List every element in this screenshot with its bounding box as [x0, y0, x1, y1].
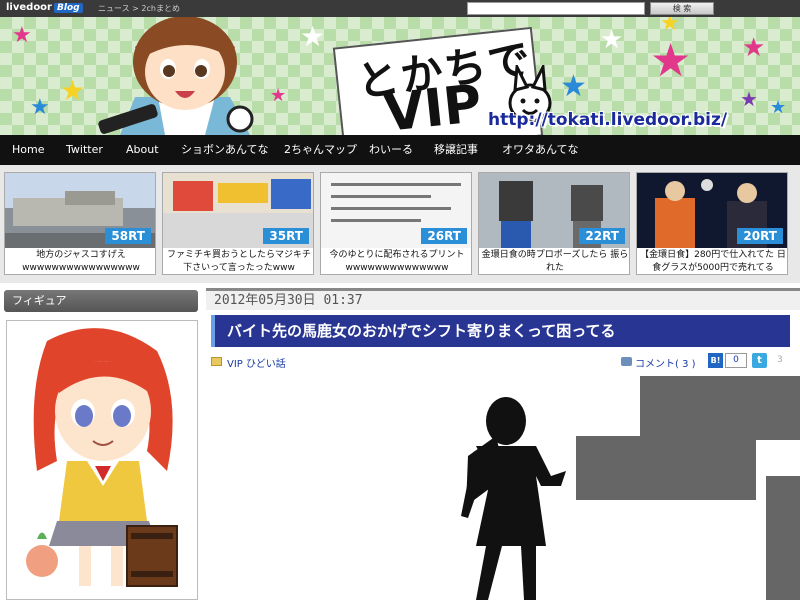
hatena-bookmark-icon[interactable]: B! [708, 353, 723, 368]
article-title[interactable]: バイト先の馬鹿女のおかげでシフト寄りまくって困ってる [211, 315, 790, 347]
silhouette-illustration [461, 376, 800, 600]
twitter-count[interactable]: 3 [777, 355, 783, 365]
card-caption: 【金環日食】280円で仕入れてた 日食グラスが5000円で売れてる [637, 249, 787, 274]
site-banner[interactable]: ★ ★ ★ ★ ★ ★ ★ ★ ★ ★ ★ ★ ★ とかちで VIP http:… [0, 17, 800, 135]
anime-figure-image [7, 321, 197, 599]
nav-transfer-articles[interactable]: 移譲記事 [434, 135, 478, 165]
popular-card[interactable]: 58RT 地方のジャスコすげえ wwwwwwwwwwwwwwww [4, 172, 156, 275]
star-decoration: ★ [740, 87, 758, 111]
breadcrumb[interactable]: ニュース > 2chまとめ [98, 3, 180, 14]
nav-wairu[interactable]: わいーる [369, 135, 413, 165]
popular-card[interactable]: 20RT 【金環日食】280円で仕入れてた 日食グラスが5000円で売れてる [636, 172, 788, 275]
card-caption: 金環日食の時プロポーズしたら 振られた [479, 249, 629, 274]
star-decoration: ★ [30, 95, 50, 120]
star-decoration: ★ [742, 33, 766, 63]
sidebar: フィギュア [4, 290, 198, 600]
mascot-girl-illustration [98, 17, 254, 135]
sidebar-heading: フィギュア [4, 290, 198, 312]
popular-card[interactable]: 26RT 今のゆとりに配布されるプリント wwwwwwwwwwwwww [320, 172, 472, 275]
blog-badge: Blog [54, 3, 83, 13]
star-decoration: ★ [300, 20, 326, 53]
nav-owata-antenna[interactable]: オワタあんてな [502, 135, 578, 165]
star-decoration: ★ [660, 17, 680, 36]
livedoor-logo[interactable]: livedoor Blog [6, 2, 83, 15]
main-nav: Home Twitter About ショボンあんてな 2ちゃんマップ わいーる… [0, 135, 800, 165]
rt-count-badge: 58RT [105, 228, 151, 244]
star-decoration: ★ [650, 33, 692, 87]
article-meta: VIP ひどい話 コメント( 3 ) B! 0 t 3 [211, 353, 800, 375]
star-decoration: ★ [12, 23, 32, 48]
star-decoration: ★ [600, 25, 624, 55]
article-date: 2012年05月30日 01:37 [206, 288, 800, 310]
nav-home[interactable]: Home [12, 135, 44, 165]
article-illustration [206, 376, 800, 600]
folder-icon [211, 357, 222, 366]
hatena-bookmark-count[interactable]: 0 [725, 353, 747, 368]
rt-count-badge: 26RT [421, 228, 467, 244]
card-caption: 今のゆとりに配布されるプリント wwwwwwwwwwwwww [321, 249, 471, 274]
nav-about[interactable]: About [126, 135, 159, 165]
nav-twitter[interactable]: Twitter [66, 135, 103, 165]
figure-ad-box[interactable] [6, 320, 198, 600]
livedoor-topbar: livedoor Blog ニュース > 2chまとめ 検 索 [0, 0, 800, 17]
category-link[interactable]: VIP ひどい話 [227, 355, 286, 370]
article: 2012年05月30日 01:37 バイト先の馬鹿女のおかげでシフト寄りまくって… [206, 288, 800, 600]
star-decoration: ★ [560, 69, 587, 104]
popular-card[interactable]: 35RT ファミチキ買おうとしたらマジキチ 下さいって言ったったwww [162, 172, 314, 275]
rt-count-badge: 22RT [579, 228, 625, 244]
popular-articles-strip: 58RT 地方のジャスコすげえ wwwwwwwwwwwwwwww 35RT ファ… [0, 165, 800, 283]
banner-vip: VIP [381, 74, 485, 135]
comments-link[interactable]: コメント( 3 ) [635, 355, 696, 370]
star-decoration: ★ [770, 97, 787, 118]
twitter-icon[interactable]: t [752, 353, 767, 368]
card-caption: 地方のジャスコすげえ wwwwwwwwwwwwwwww [5, 249, 155, 274]
rt-count-badge: 20RT [737, 228, 783, 244]
rt-count-badge: 35RT [263, 228, 309, 244]
livedoor-logo-text: livedoor [6, 2, 52, 13]
card-caption: ファミチキ買おうとしたらマジキチ 下さいって言ったったwww [163, 249, 313, 274]
comment-icon [621, 357, 632, 366]
search-input[interactable] [467, 2, 645, 15]
nav-shobon-antenna[interactable]: ショボンあんてな [181, 135, 268, 165]
popular-card[interactable]: 22RT 金環日食の時プロポーズしたら 振られた [478, 172, 630, 275]
nav-2ch-map[interactable]: 2ちゃんマップ [284, 135, 357, 165]
banner-url[interactable]: http://tokati.livedoor.biz/ [488, 110, 727, 130]
search-button[interactable]: 検 索 [650, 2, 714, 15]
